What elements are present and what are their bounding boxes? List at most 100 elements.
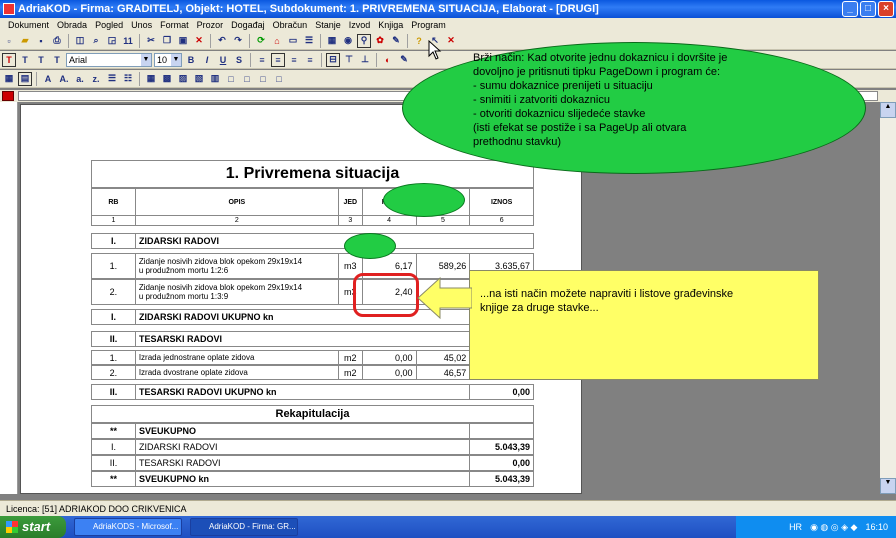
tray-icons[interactable]: ◉ ◍ ◎ ◈ ◆ — [810, 522, 857, 533]
font-size-icon[interactable]: 11 — [121, 34, 135, 48]
menu-unos[interactable]: Unos — [127, 18, 156, 32]
paste-icon[interactable]: ▣ — [176, 34, 190, 48]
menu-format[interactable]: Format — [156, 18, 193, 32]
italic-button[interactable]: I — [200, 53, 214, 67]
scroll-down-button[interactable]: ▼ — [880, 478, 896, 494]
cut-icon[interactable]: ✂ — [144, 34, 158, 48]
text-style2-icon[interactable]: T — [34, 53, 48, 67]
start-button[interactable]: start — [0, 516, 66, 538]
vertical-scrollbar[interactable]: ▲ ▼ — [880, 102, 896, 494]
text-size-medium-icon[interactable]: A. — [57, 72, 71, 86]
box3-icon[interactable]: □ — [256, 72, 270, 86]
bold-button[interactable]: B — [184, 53, 198, 67]
section-row[interactable]: II. TESARSKI RADOVI — [91, 331, 534, 347]
grid3-icon[interactable]: ▨ — [176, 72, 190, 86]
tool-icon[interactable]: ✎ — [389, 34, 403, 48]
pen-icon[interactable]: ✎ — [397, 53, 411, 67]
exit-icon[interactable]: ✕ — [444, 34, 458, 48]
grid4-icon[interactable]: ▧ — [192, 72, 206, 86]
help-icon[interactable]: ? — [412, 34, 426, 48]
open-icon[interactable]: ▰ — [18, 34, 32, 48]
find-icon[interactable]: ◲ — [105, 34, 119, 48]
recap-row[interactable]: ** SVEUKUPNO kn 5.043,39 — [91, 471, 534, 487]
text-size-small-icon[interactable]: a. — [73, 72, 87, 86]
print-icon[interactable]: ⎙ — [50, 34, 64, 48]
grid5-icon[interactable]: ▥ — [208, 72, 222, 86]
new-icon[interactable]: ▫ — [2, 34, 16, 48]
delete-icon[interactable]: ✕ — [192, 34, 206, 48]
numbering-icon[interactable]: ☰ — [105, 72, 119, 86]
recap-row[interactable]: ** SVEUKUPNO — [91, 423, 534, 439]
home-icon[interactable]: ⌂ — [270, 34, 284, 48]
valign-middle-icon[interactable]: ⊟ — [326, 52, 340, 67]
menu-dokument[interactable]: Dokument — [4, 18, 53, 32]
undo-icon[interactable]: ↶ — [215, 34, 229, 48]
grid2-icon[interactable]: ▩ — [160, 72, 174, 86]
section-name: ZIDARSKI RADOVI — [139, 236, 220, 246]
box2-icon[interactable]: □ — [240, 72, 254, 86]
window-icon[interactable]: ▦ — [325, 34, 339, 48]
row-kol[interactable]: 0,00 — [363, 351, 417, 364]
row-rb: 1. — [92, 351, 136, 364]
table-icon[interactable]: ▦ — [2, 72, 16, 86]
text-style-icon[interactable]: T — [18, 53, 32, 67]
menu-pogled[interactable]: Pogled — [91, 18, 127, 32]
recap-row[interactable]: I. ZIDARSKI RADOVI 5.043,39 — [91, 439, 534, 455]
font-select[interactable]: Arial ▼ — [66, 52, 152, 67]
strike-button[interactable]: S — [232, 53, 246, 67]
menu-dogadaj[interactable]: Događaj — [227, 18, 269, 32]
menu-obracun[interactable]: Obračun — [269, 18, 312, 32]
menu-stanje[interactable]: Stanje — [311, 18, 345, 32]
text-mode-icon[interactable]: T — [2, 52, 16, 67]
folder-icon[interactable]: ▭ — [286, 34, 300, 48]
text-style3-icon[interactable]: T — [50, 53, 64, 67]
taskbar-item[interactable]: AdriaKOD - Firma: GR... — [190, 518, 298, 536]
copy-icon[interactable]: ❐ — [160, 34, 174, 48]
close-button[interactable]: × — [878, 1, 894, 17]
camera-icon[interactable]: ◉ — [341, 34, 355, 48]
table-row[interactable]: 1. Izrada jednostrane oplate zidova m2 0… — [91, 350, 534, 365]
table-header: RB OPIS JED KOL IZNOS — [91, 188, 534, 216]
box4-icon[interactable]: □ — [272, 72, 286, 86]
menu-prozor[interactable]: Prozor — [193, 18, 228, 32]
align-right-icon[interactable]: ≡ — [287, 53, 301, 67]
save-icon[interactable]: ▪ — [34, 34, 48, 48]
underline-button[interactable]: U — [216, 53, 230, 67]
minimize-button[interactable]: _ — [842, 1, 858, 17]
search-icon[interactable]: ⚲ — [357, 33, 371, 48]
redo-icon[interactable]: ↷ — [231, 34, 245, 48]
align-left-icon[interactable]: ≡ — [255, 53, 269, 67]
align-center-icon[interactable]: ≡ — [271, 52, 285, 67]
subtotal-row[interactable]: II. TESARSKI RADOVI UKUPNO kn 0,00 — [91, 384, 534, 400]
recap-row[interactable]: II. TESARSKI RADOVI 0,00 — [91, 455, 534, 471]
section-row[interactable]: I. ZIDARSKI RADOVI — [91, 233, 534, 249]
list-icon[interactable]: ☰ — [302, 34, 316, 48]
maximize-button[interactable]: □ — [860, 1, 876, 17]
refresh-icon[interactable]: ⟳ — [254, 34, 268, 48]
menu-knjiga[interactable]: Knjiga — [374, 18, 407, 32]
zoom-icon[interactable]: ⌕ — [89, 34, 103, 48]
stamp-icon[interactable]: ✿ — [373, 34, 387, 48]
justify-icon[interactable]: ≡ — [303, 53, 317, 67]
row-rb: 2. — [92, 366, 136, 379]
grid1-icon[interactable]: ▦ — [144, 72, 158, 86]
valign-top-icon[interactable]: ⊤ — [342, 53, 356, 67]
menu-obrada[interactable]: Obrada — [53, 18, 91, 32]
table2-icon[interactable]: ▤ — [18, 71, 32, 86]
row-kol[interactable]: 0,00 — [363, 366, 417, 379]
text-size-xsmall-icon[interactable]: z. — [89, 72, 103, 86]
column-numbers: 1 2 3 4 5 6 — [91, 215, 534, 226]
color-icon[interactable]: ◐ — [381, 53, 395, 67]
text-size-large-icon[interactable]: A — [41, 72, 55, 86]
menu-program[interactable]: Program — [407, 18, 450, 32]
bullets-icon[interactable]: ☷ — [121, 72, 135, 86]
language-indicator[interactable]: HR — [789, 522, 802, 532]
taskbar-item[interactable]: AdriaKODS - Microsof... — [74, 518, 182, 536]
box1-icon[interactable]: □ — [224, 72, 238, 86]
scroll-up-button[interactable]: ▲ — [880, 102, 896, 118]
valign-bottom-icon[interactable]: ⊥ — [358, 53, 372, 67]
preview-icon[interactable]: ◫ — [73, 34, 87, 48]
menu-izvod[interactable]: Izvod — [345, 18, 375, 32]
font-size-select[interactable]: 10 ▼ — [154, 52, 182, 67]
table-row[interactable]: 2. Izrada dvostrane oplate zidova m2 0,0… — [91, 365, 534, 380]
